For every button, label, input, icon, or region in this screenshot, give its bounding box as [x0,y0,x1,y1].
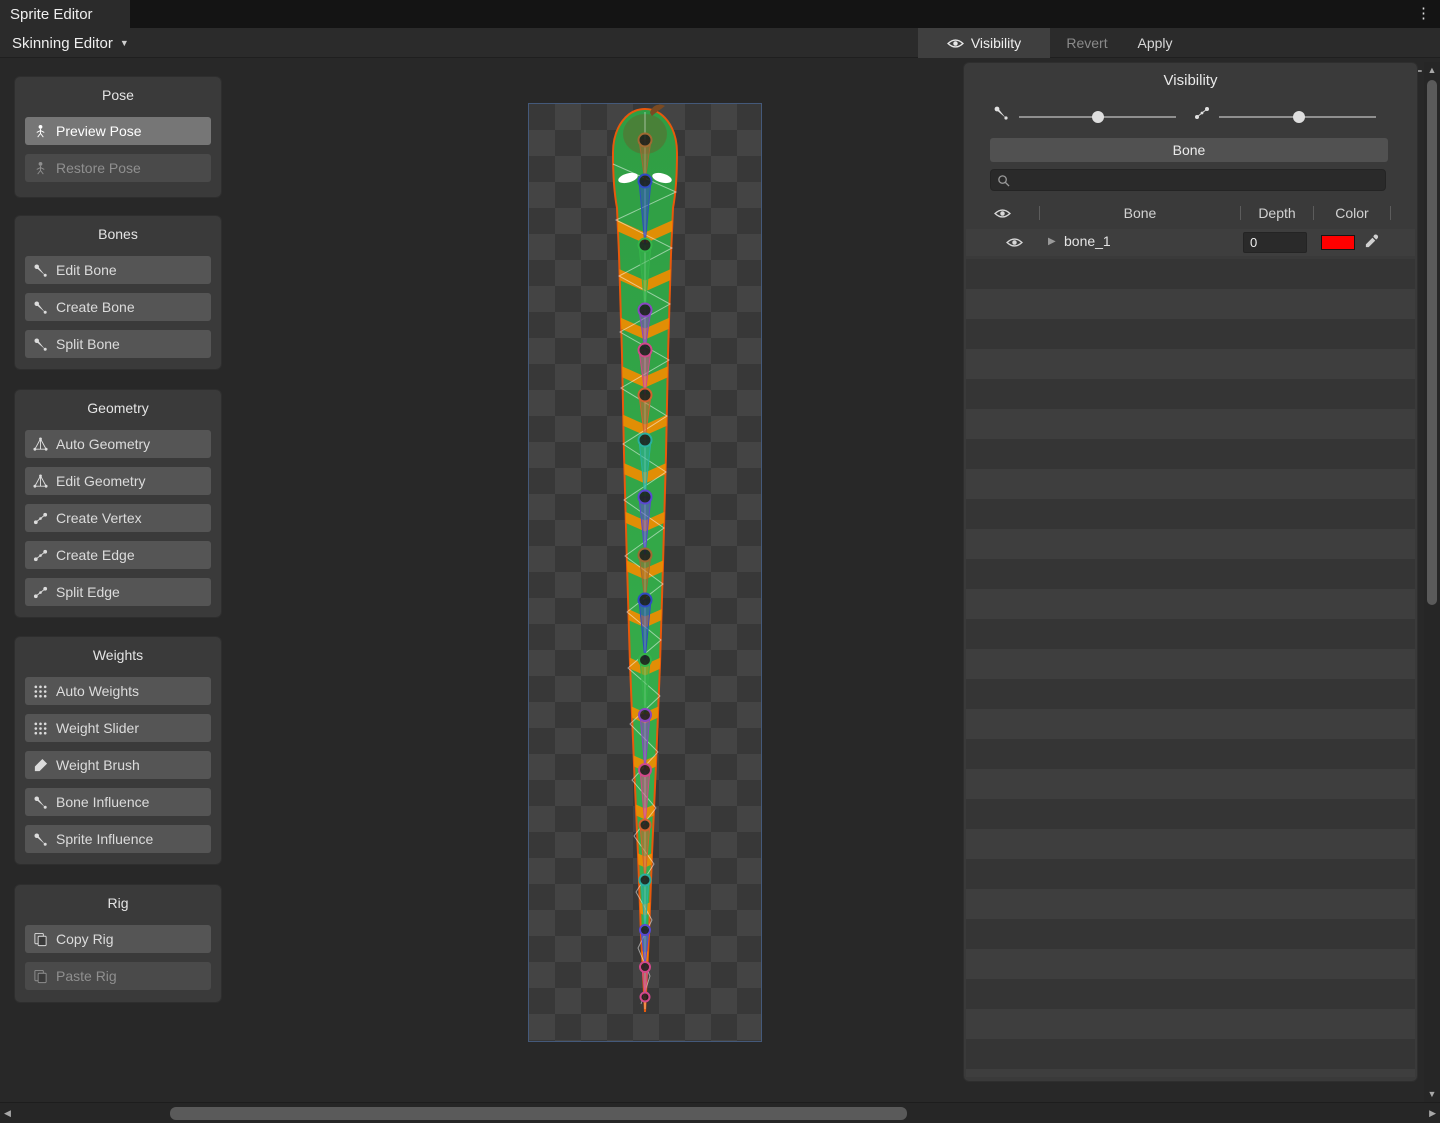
sprite-editor-window: Sprite Editor ⋮ Skinning Editor ▼ Visibi… [0,0,1440,1123]
sprite-influence-icon [33,832,48,847]
bone-name[interactable]: bone_1 [1064,233,1111,249]
row-visibility-eye-icon[interactable] [1006,237,1023,248]
visibility-panel: Visibility Bone Bone Depth Color [963,62,1418,1082]
create-vertex-icon [33,511,48,526]
weight-slider-icon [33,721,48,736]
revert-button[interactable]: Revert [1054,28,1120,58]
magnifier-icon [997,174,1010,187]
vertical-scrollbar[interactable]: ▲ ▼ [1424,62,1440,1102]
scroll-left-arrow[interactable]: ◀ [4,1108,11,1119]
split-edge-icon [33,585,48,600]
eye-icon [994,208,1011,219]
paste-rig-icon [33,969,48,984]
weight-brush-button[interactable]: Weight Brush [25,751,211,779]
restore-pose-icon [33,161,48,176]
auto-geometry-icon [33,437,48,452]
scroll-down-arrow[interactable]: ▼ [1424,1089,1440,1099]
create-bone-icon [33,300,48,315]
weights-panel: Weights Auto Weights Weight Slider Weigh… [14,636,222,865]
auto-weights-icon [33,684,48,699]
bone-opacity-slider-knob[interactable] [1092,111,1104,123]
mesh-visibility-slider[interactable] [1219,116,1376,118]
scroll-right-arrow[interactable]: ▶ [1429,1108,1436,1119]
rig-panel-title: Rig [25,895,211,911]
copy-rig-icon [33,932,48,947]
visibility-column-header [966,208,1039,219]
tab-sprite-editor[interactable]: Sprite Editor [0,0,130,28]
apply-button[interactable]: Apply [1124,28,1186,58]
visibility-panel-title: Visibility [964,72,1417,89]
rig-panel: Rig Copy Rig Paste Rig [14,884,222,1003]
restore-pose-button[interactable]: Restore Pose [25,154,211,182]
kebab-menu-icon[interactable]: ⋮ [1416,4,1432,22]
preview-pose-icon [33,124,48,139]
weights-panel-title: Weights [25,647,211,663]
horizontal-scrollbar-thumb[interactable] [170,1107,907,1120]
bone-depth-input[interactable] [1243,232,1307,253]
disclosure-arrow-icon[interactable]: ▶ [1048,236,1056,247]
mode-label: Skinning Editor [12,35,113,52]
bone-influence-button[interactable]: Bone Influence [25,788,211,816]
snake-sprite[interactable] [529,104,761,1041]
bone-table-header: Bone Depth Color [966,201,1415,225]
bone-opacity-slider[interactable] [1019,116,1176,118]
eyedropper-icon[interactable] [1364,234,1379,249]
bone-table-row[interactable]: ▶ bone_1 [966,229,1415,256]
vertical-scrollbar-thumb[interactable] [1427,80,1437,605]
horizontal-scrollbar[interactable]: ◀ ▶ [0,1102,1440,1123]
visibility-label: Visibility [971,35,1021,51]
visibility-toggle-button[interactable]: Visibility [918,28,1050,58]
split-edge-button[interactable]: Split Edge [25,578,211,606]
auto-weights-button[interactable]: Auto Weights [25,677,211,705]
toolbar: Skinning Editor ▼ Visibility Revert Appl… [0,28,1440,58]
column-divider [1390,206,1391,220]
preview-pose-button[interactable]: Preview Pose [25,117,211,145]
mesh-opacity-icon [1194,105,1210,121]
bone-search-input[interactable] [1015,173,1379,188]
edit-bone-button[interactable]: Edit Bone [25,256,211,284]
pose-panel-title: Pose [25,87,211,103]
bone-search-box[interactable] [990,169,1386,191]
bones-panel: Bones Edit Bone Create Bone Split Bone [14,215,222,370]
bone-influence-icon [33,795,48,810]
paste-rig-button[interactable]: Paste Rig [25,962,211,990]
eye-icon [947,38,964,49]
empty-row-stripes [966,259,1415,1077]
scroll-up-arrow[interactable]: ▲ [1424,65,1440,75]
bone-color-swatch[interactable] [1321,235,1355,250]
create-edge-button[interactable]: Create Edge [25,541,211,569]
mesh-visibility-slider-knob[interactable] [1293,111,1305,123]
geometry-panel: Geometry Auto Geometry Edit Geometry Cre… [14,389,222,618]
edit-bone-icon [33,263,48,278]
bone-tab[interactable]: Bone [990,138,1388,162]
edit-geometry-icon [33,474,48,489]
split-bone-button[interactable]: Split Bone [25,330,211,358]
create-vertex-button[interactable]: Create Vertex [25,504,211,532]
create-bone-button[interactable]: Create Bone [25,293,211,321]
split-bone-icon [33,337,48,352]
weight-brush-icon [33,758,48,773]
titlebar: Sprite Editor ⋮ [0,0,1440,28]
edit-geometry-button[interactable]: Edit Geometry [25,467,211,495]
chevron-down-icon: ▼ [120,38,129,48]
sprite-canvas[interactable] [528,103,762,1042]
pose-panel: Pose Preview Pose Restore Pose [14,76,222,198]
bones-panel-title: Bones [25,226,211,242]
weight-slider-button[interactable]: Weight Slider [25,714,211,742]
bone-opacity-icon [993,105,1009,121]
auto-geometry-button[interactable]: Auto Geometry [25,430,211,458]
color-column-header: Color [1314,205,1390,221]
geometry-panel-title: Geometry [25,400,211,416]
bone-column-header: Bone [1040,205,1240,221]
sprite-influence-button[interactable]: Sprite Influence [25,825,211,853]
create-edge-icon [33,548,48,563]
copy-rig-button[interactable]: Copy Rig [25,925,211,953]
depth-column-header: Depth [1241,205,1313,221]
skinning-editor-dropdown[interactable]: Skinning Editor ▼ [4,28,137,58]
